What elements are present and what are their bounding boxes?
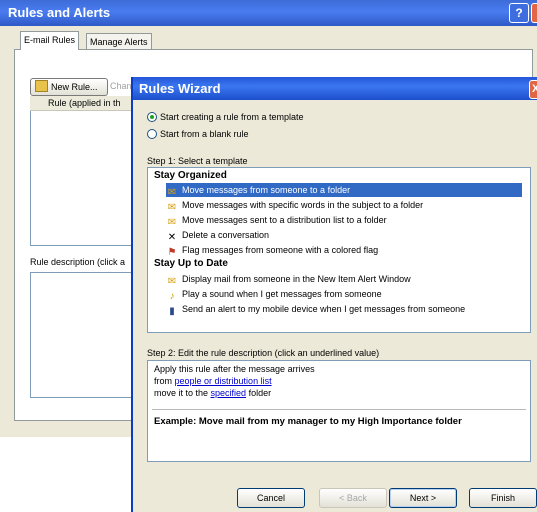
template-label: Move messages sent to a distribution lis… xyxy=(182,215,387,225)
group-stay-up-to-date: Stay Up to Date xyxy=(154,258,228,269)
start-from-template-label: Start creating a rule from a template xyxy=(160,112,304,122)
template-label: Move messages with specific words in the… xyxy=(182,200,424,210)
cancel-button[interactable]: Cancel xyxy=(237,488,305,508)
template-list[interactable]: Stay Organized ✉ Move messages from someo… xyxy=(147,167,531,333)
rules-and-alerts-close-button[interactable] xyxy=(531,3,537,23)
description-folder-suffix: folder xyxy=(246,388,272,398)
rules-list[interactable] xyxy=(30,96,134,246)
template-label: Play a sound when I get messages from so… xyxy=(182,289,382,299)
people-or-distribution-list-link[interactable]: people or distribution list xyxy=(175,376,272,386)
rules-and-alerts-title: Rules and Alerts xyxy=(8,5,111,20)
radio-unselected-icon[interactable] xyxy=(147,129,157,139)
template-display-alert-window[interactable]: ✉ Display mail from someone in the New It… xyxy=(166,272,522,287)
start-from-blank-label: Start from a blank rule xyxy=(160,129,249,139)
group-stay-organized: Stay Organized xyxy=(154,170,227,181)
start-from-template-option[interactable]: Start creating a rule from a template xyxy=(147,112,304,122)
step1-label: Step 1: Select a template xyxy=(147,156,248,166)
rule-column-header-label: Rule (applied in th xyxy=(48,98,121,108)
step2-label: Step 2: Edit the rule description (click… xyxy=(147,348,380,358)
tab-email-rules[interactable]: E-mail Rules xyxy=(20,31,80,50)
template-label: Send an alert to my mobile device when I… xyxy=(182,304,466,314)
template-label: Delete a conversation xyxy=(182,230,270,240)
template-move-specific-words[interactable]: ✉ Move messages with specific words in th… xyxy=(166,198,522,213)
template-label: Flag messages from someone with a colore… xyxy=(182,245,379,255)
radio-selected-icon[interactable] xyxy=(147,112,157,122)
description-line-1: Apply this rule after the message arrive… xyxy=(154,364,315,374)
example-text: Example: Move mail from my manager to my… xyxy=(154,416,462,427)
back-button[interactable]: < Back xyxy=(319,488,387,508)
description-line-3: move it to the specified folder xyxy=(154,388,271,398)
rules-wizard-title-bar: Rules Wizard X xyxy=(133,77,537,100)
help-button[interactable]: ? xyxy=(509,3,529,23)
rule-description-box xyxy=(30,272,134,398)
specified-folder-link[interactable]: specified xyxy=(211,388,247,398)
template-label: Move messages from someone to a folder xyxy=(182,185,351,195)
rules-wizard-title: Rules Wizard xyxy=(139,81,221,96)
new-rule-icon xyxy=(35,80,48,92)
description-move-prefix: move it to the xyxy=(154,388,211,398)
template-move-from-someone[interactable]: ✉ Move messages from someone to a folder xyxy=(166,183,522,198)
tab-manage-alerts[interactable]: Manage Alerts xyxy=(86,33,152,50)
rules-wizard-dialog: Rules Wizard X Start creating a rule fro… xyxy=(131,77,537,512)
new-rule-label: New Rule... xyxy=(51,82,98,92)
finish-button[interactable]: Finish xyxy=(469,488,537,508)
rule-description-editor: Apply this rule after the message arrive… xyxy=(147,360,531,462)
next-button[interactable]: Next > xyxy=(389,488,457,508)
template-mobile-alert[interactable]: ▮ Send an alert to my mobile device when … xyxy=(166,302,522,317)
rule-column-header[interactable]: Rule (applied in th xyxy=(30,96,132,111)
start-from-blank-option[interactable]: Start from a blank rule xyxy=(147,129,249,139)
description-from-prefix: from xyxy=(154,376,175,386)
mobile-device-icon: ▮ xyxy=(169,306,175,317)
change-rule-button[interactable]: Chan xyxy=(110,81,132,91)
template-label: Display mail from someone in the New Ite… xyxy=(182,274,411,284)
description-line-2: from people or distribution list xyxy=(154,376,272,386)
template-move-distribution-list[interactable]: ✉ Move messages sent to a distribution li… xyxy=(166,213,522,228)
new-rule-button[interactable]: New Rule... xyxy=(30,78,108,96)
rules-and-alerts-title-bar: Rules and Alerts ? xyxy=(0,0,537,26)
description-divider xyxy=(152,409,526,410)
wizard-close-button[interactable]: X xyxy=(529,80,537,99)
template-play-sound[interactable]: ♪ Play a sound when I get messages from s… xyxy=(166,287,522,302)
template-flag-messages[interactable]: ⚑ Flag messages from someone with a color… xyxy=(166,243,522,258)
template-delete-conversation[interactable]: ✕ Delete a conversation xyxy=(166,228,522,243)
rule-description-label: Rule description (click a xyxy=(30,257,126,267)
